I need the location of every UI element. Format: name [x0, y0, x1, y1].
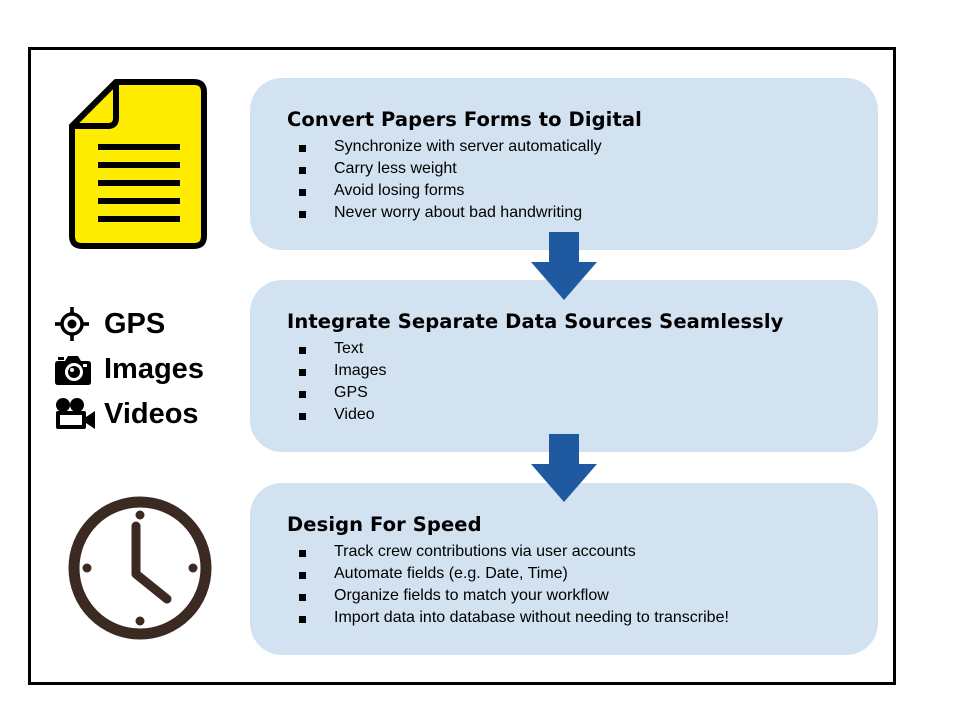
list-item: Text	[287, 338, 878, 360]
list-item: GPS	[287, 382, 878, 404]
list-item: Automate fields (e.g. Date, Time)	[287, 563, 878, 585]
list-item: Video	[287, 404, 878, 426]
list-item: Never worry about bad handwriting	[287, 202, 878, 224]
gps-crosshair-icon	[54, 306, 96, 342]
feature-images: Images	[54, 350, 204, 388]
video-camera-icon	[54, 396, 96, 432]
panel-convert-forms: Convert Papers Forms to Digital Synchron…	[250, 78, 878, 250]
clock-icon	[68, 496, 212, 640]
list-item: Images	[287, 360, 878, 382]
bullet-list: Track crew contributions via user accoun…	[287, 541, 878, 629]
feature-label: Videos	[104, 397, 199, 430]
list-item: Carry less weight	[287, 158, 878, 180]
camera-icon	[54, 351, 96, 387]
list-item: Synchronize with server automatically	[287, 136, 878, 158]
list-item: Import data into database without needin…	[287, 607, 878, 629]
down-arrow-icon	[531, 232, 597, 300]
bullet-list: Synchronize with server automatically Ca…	[287, 136, 878, 224]
list-item: Organize fields to match your workflow	[287, 585, 878, 607]
feature-gps: GPS	[54, 305, 165, 343]
document-icon	[69, 79, 207, 249]
list-item: Track crew contributions via user accoun…	[287, 541, 878, 563]
panel-title: Convert Papers Forms to Digital	[287, 108, 642, 131]
panel-design-speed: Design For Speed Track crew contribution…	[250, 483, 878, 655]
panel-integrate-sources: Integrate Separate Data Sources Seamless…	[250, 280, 878, 452]
feature-videos: Videos	[54, 395, 199, 433]
feature-label: GPS	[104, 307, 166, 340]
panel-title: Integrate Separate Data Sources Seamless…	[287, 310, 784, 333]
panel-title: Design For Speed	[287, 513, 482, 536]
bullet-list: Text Images GPS Video	[287, 338, 878, 426]
list-item: Avoid losing forms	[287, 180, 878, 202]
feature-label: Images	[104, 352, 204, 385]
down-arrow-icon	[531, 434, 597, 502]
